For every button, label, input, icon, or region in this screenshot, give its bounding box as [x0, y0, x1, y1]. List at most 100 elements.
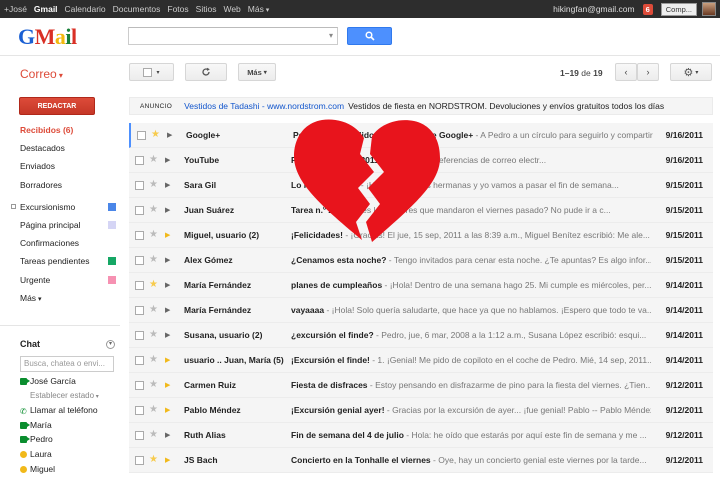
- chat-search-input[interactable]: Busca, chatea o envi...: [20, 356, 114, 372]
- chat-contact[interactable]: Pedro: [0, 432, 120, 447]
- email-checkbox[interactable]: [135, 231, 144, 240]
- importance-marker-icon[interactable]: ▶: [165, 257, 170, 264]
- star-icon[interactable]: ★: [151, 130, 160, 140]
- sidebar-label-urgent[interactable]: Urgente: [0, 271, 120, 289]
- notification-count[interactable]: 6: [642, 3, 653, 15]
- call-phone-link[interactable]: ✆ Llamar al teléfono: [0, 403, 120, 418]
- email-checkbox[interactable]: [135, 181, 144, 190]
- chat-contact[interactable]: Laura: [0, 447, 120, 462]
- next-page-button[interactable]: ›: [637, 63, 659, 81]
- star-icon[interactable]: ★: [149, 430, 158, 440]
- topnav-calendar[interactable]: Calendario: [65, 4, 106, 14]
- account-email[interactable]: hikingfan@gmail.com: [553, 4, 634, 14]
- star-icon[interactable]: ★: [149, 355, 158, 365]
- sidebar-item-drafts[interactable]: Borradores: [0, 176, 120, 194]
- email-row[interactable]: ★ ▶ María Fernández planes de cumpleaños - …: [129, 273, 713, 298]
- share-button[interactable]: Comp...: [660, 2, 697, 16]
- email-row[interactable]: ★ ▶ María Fernández vayaaaa - ¡Hola! Solo q…: [129, 298, 713, 323]
- email-checkbox[interactable]: [137, 131, 146, 140]
- importance-marker-icon[interactable]: ▶: [165, 307, 170, 314]
- sidebar-label-todo[interactable]: Tareas pendientes: [0, 252, 120, 270]
- select-all-button[interactable]: ▾: [129, 63, 174, 81]
- label-expand-icon[interactable]: [11, 203, 16, 209]
- search-input[interactable]: ▾: [128, 27, 338, 45]
- email-checkbox[interactable]: [135, 156, 144, 165]
- email-row[interactable]: ★ ▶ Alex Gómez ¿Cenamos esta noche? - Tengo…: [129, 248, 713, 273]
- star-icon[interactable]: ★: [149, 255, 158, 265]
- sidebar-label-hiking[interactable]: Excursionismo: [0, 198, 120, 216]
- search-options-icon[interactable]: ▾: [329, 31, 333, 40]
- email-checkbox[interactable]: [135, 306, 144, 315]
- email-checkbox[interactable]: [135, 206, 144, 215]
- chat-contact[interactable]: María: [0, 418, 120, 433]
- set-status-link[interactable]: Establecer estado: [0, 389, 120, 404]
- topnav-photos[interactable]: Fotos: [167, 4, 188, 14]
- star-icon[interactable]: ★: [149, 205, 158, 215]
- mail-switcher[interactable]: Correo: [20, 67, 63, 81]
- star-icon[interactable]: ★: [149, 380, 158, 390]
- email-checkbox[interactable]: [135, 456, 144, 465]
- importance-marker-icon[interactable]: ▶: [165, 407, 170, 414]
- search-button[interactable]: [347, 27, 392, 45]
- importance-marker-icon[interactable]: ▶: [167, 132, 172, 139]
- chat-options-icon[interactable]: ▾: [106, 340, 115, 349]
- topnav-documents[interactable]: Documentos: [113, 4, 161, 14]
- star-icon[interactable]: ★: [149, 180, 158, 190]
- importance-marker-icon[interactable]: ▶: [165, 382, 170, 389]
- compose-button[interactable]: REDACTAR: [19, 97, 95, 115]
- sidebar-item-inbox[interactable]: Recibidos (6): [0, 121, 120, 139]
- star-icon[interactable]: ★: [149, 405, 158, 415]
- sidebar-label-more[interactable]: Más: [0, 289, 120, 307]
- chat-title[interactable]: Chat: [20, 339, 40, 349]
- importance-marker-icon[interactable]: ▶: [165, 182, 170, 189]
- email-row[interactable]: ★ ▶ JS Bach Concierto en la Tonhalle el vie…: [129, 448, 713, 473]
- importance-marker-icon[interactable]: ▶: [165, 457, 170, 464]
- topnav-web[interactable]: Web: [223, 4, 240, 14]
- importance-marker-icon[interactable]: ▶: [165, 332, 170, 339]
- email-checkbox[interactable]: [135, 381, 144, 390]
- sidebar-item-starred[interactable]: Destacados: [0, 139, 120, 157]
- email-checkbox[interactable]: [135, 431, 144, 440]
- star-icon[interactable]: ★: [149, 330, 158, 340]
- star-icon[interactable]: ★: [149, 280, 158, 290]
- topnav-gmail[interactable]: Gmail: [34, 4, 58, 14]
- prev-page-button[interactable]: ‹: [615, 63, 637, 81]
- sidebar-label-homepage[interactable]: Página principal: [0, 216, 120, 234]
- select-all-checkbox[interactable]: [143, 67, 153, 77]
- importance-marker-icon[interactable]: ▶: [165, 282, 170, 289]
- chat-contact[interactable]: Miguel: [0, 462, 120, 477]
- ad-row[interactable]: ANUNCIO Vestidos de Tadashi - www.nordst…: [129, 97, 713, 115]
- importance-marker-icon[interactable]: ▶: [165, 432, 170, 439]
- star-icon[interactable]: ★: [149, 230, 158, 240]
- email-checkbox[interactable]: [135, 256, 144, 265]
- email-checkbox[interactable]: [135, 406, 144, 415]
- importance-marker-icon[interactable]: ▶: [165, 232, 170, 239]
- email-checkbox[interactable]: [135, 356, 144, 365]
- star-icon[interactable]: ★: [149, 305, 158, 315]
- email-row[interactable]: ★ ▶ usuario .. Juan, María (5) ¡Excursión e…: [129, 348, 713, 373]
- email-row[interactable]: ★ ▶ Susana, usuario (2) ¿excursión el finde…: [129, 323, 713, 348]
- settings-button[interactable]: ⚙ ▾: [670, 63, 712, 81]
- topnav-sites[interactable]: Sitios: [196, 4, 217, 14]
- ad-link[interactable]: Vestidos de Tadashi - www.nordstrom.com: [184, 101, 344, 111]
- email-checkbox[interactable]: [135, 331, 144, 340]
- star-icon[interactable]: ★: [149, 155, 158, 165]
- refresh-button[interactable]: [185, 63, 227, 81]
- gmail-logo[interactable]: GMail: [18, 24, 77, 50]
- sidebar-item-sent[interactable]: Enviados: [0, 157, 120, 175]
- email-checkbox[interactable]: [135, 281, 144, 290]
- email-row[interactable]: ★ ▶ Ruth Alias Fin de semana del 4 de julio…: [129, 423, 713, 448]
- star-icon[interactable]: ★: [149, 455, 158, 465]
- importance-marker-icon[interactable]: ▶: [165, 357, 170, 364]
- sidebar-label-confirmations[interactable]: Confirmaciones: [0, 234, 120, 252]
- avatar[interactable]: [702, 2, 716, 16]
- importance-marker-icon[interactable]: ▶: [165, 207, 170, 214]
- chat-contact[interactable]: José García: [0, 374, 120, 389]
- email-content: vayaaaa - ¡Hola! Solo quería saludarte, …: [291, 298, 651, 322]
- email-row[interactable]: ★ ▶ Pablo Méndez ¡Excursión genial ayer! - …: [129, 398, 713, 423]
- importance-marker-icon[interactable]: ▶: [165, 157, 170, 164]
- topnav-profile[interactable]: +José: [4, 4, 27, 14]
- more-button[interactable]: Más ▾: [238, 63, 276, 81]
- topnav-more[interactable]: Más: [248, 4, 270, 14]
- email-row[interactable]: ★ ▶ Carmen Ruiz Fiesta de disfraces - Estoy…: [129, 373, 713, 398]
